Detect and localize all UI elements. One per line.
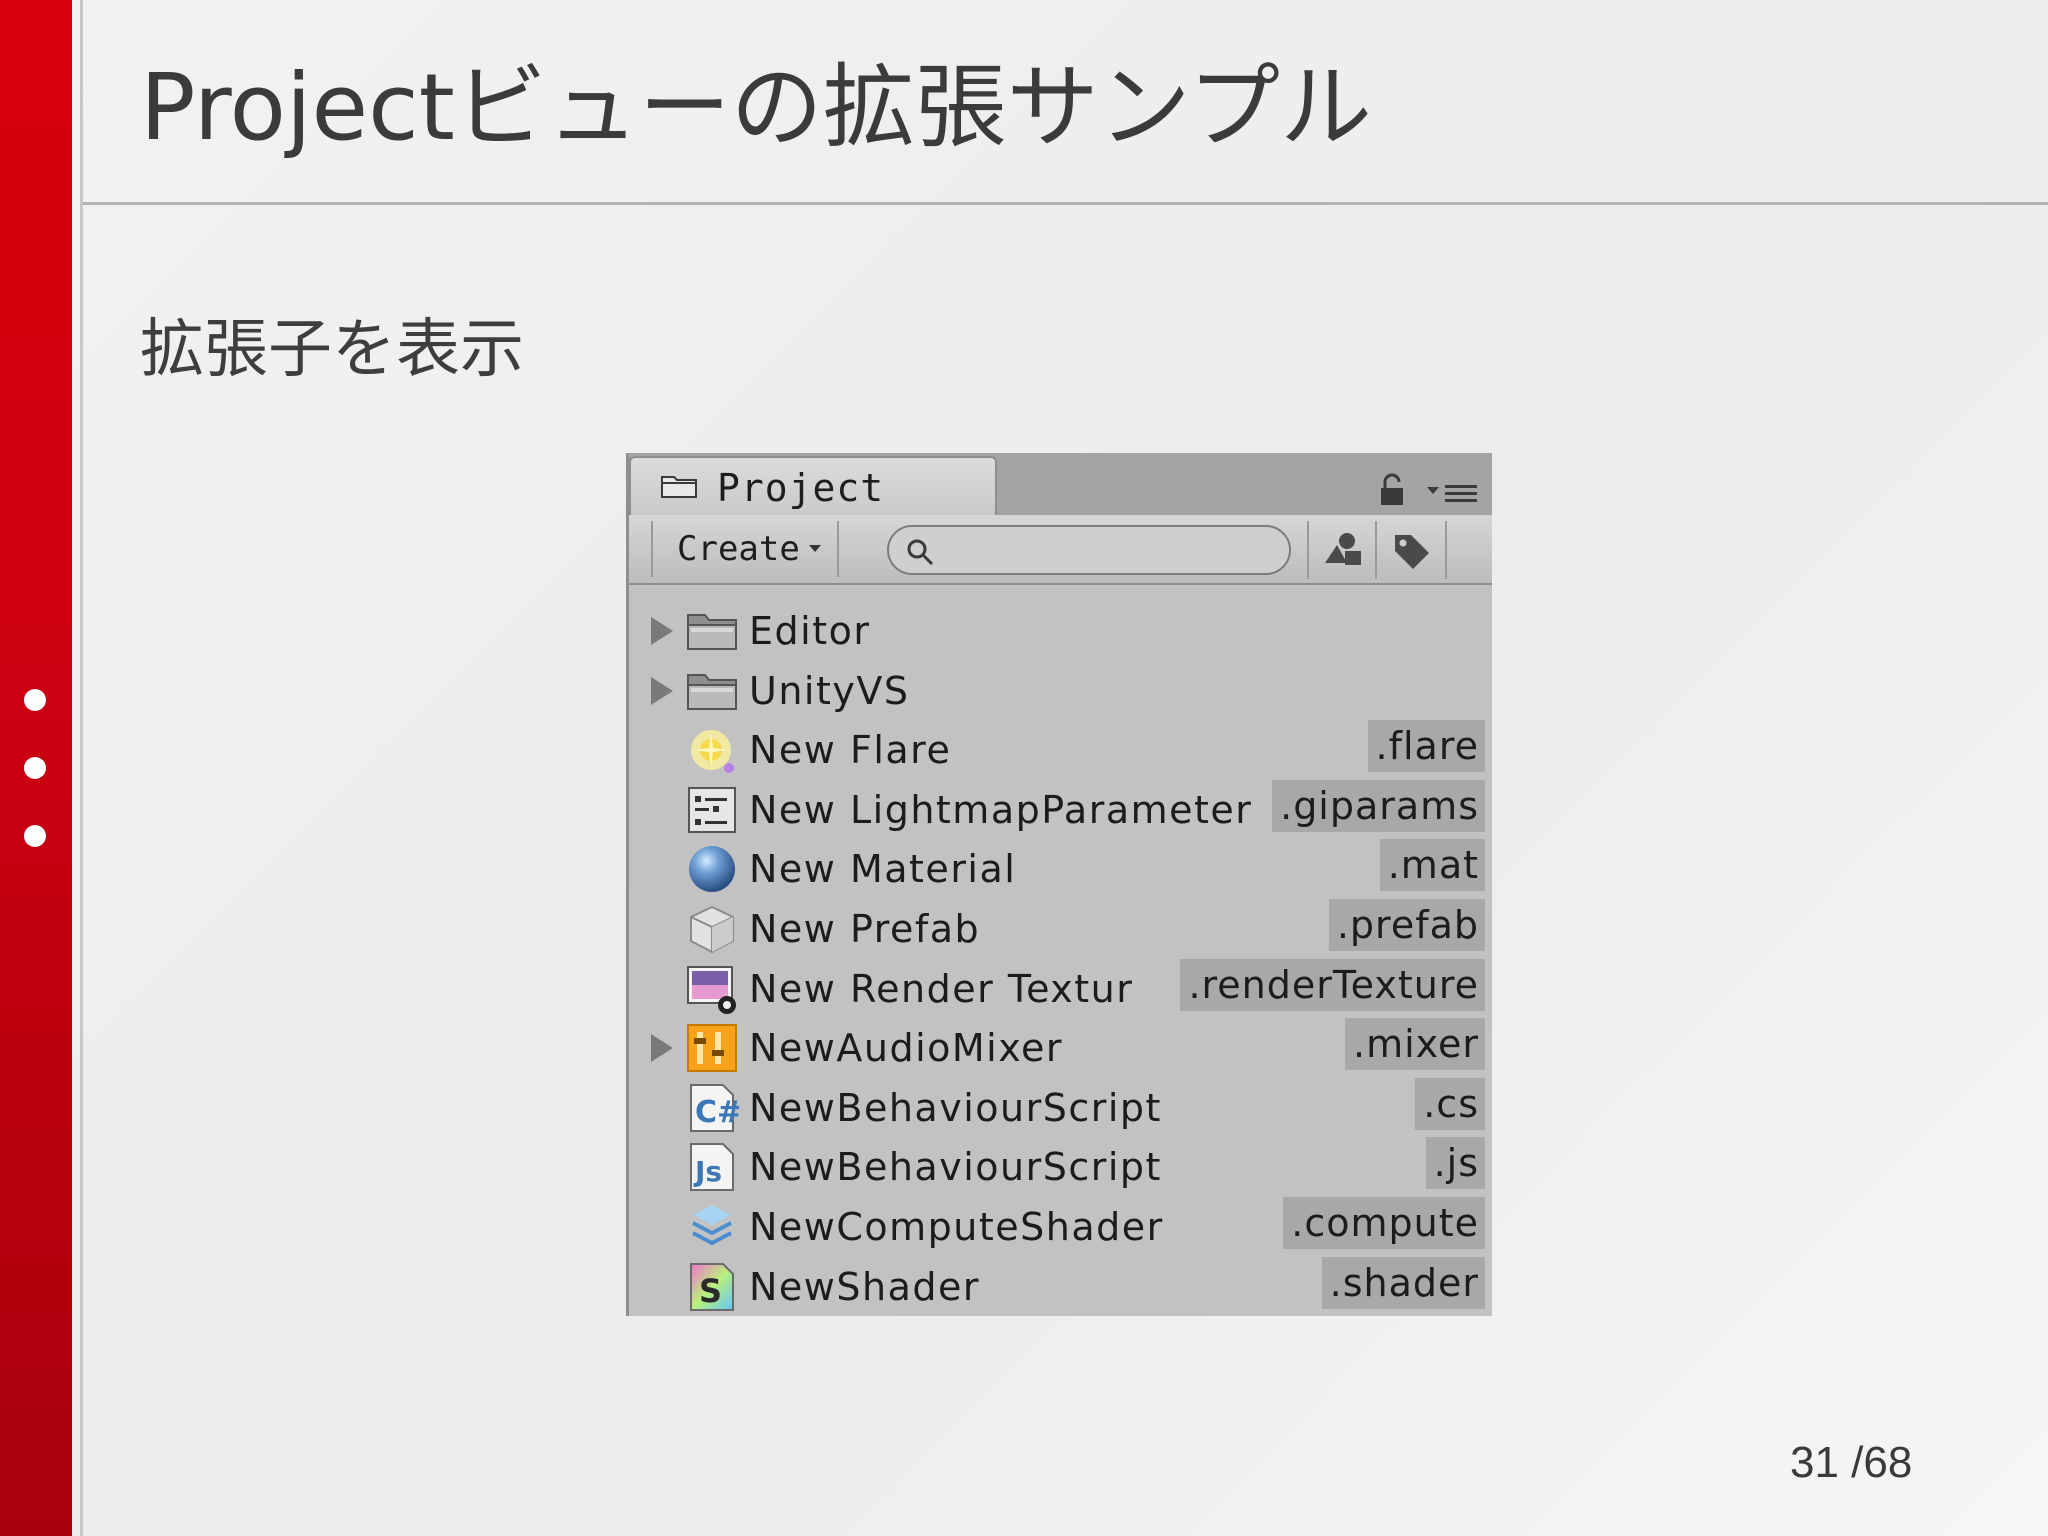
asset-row[interactable]: New Material .mat — [629, 839, 1492, 899]
svg-text:C#: C# — [695, 1095, 739, 1130]
tab-label: Project — [717, 466, 885, 510]
asset-name: UnityVS — [749, 668, 910, 713]
asset-name: New Material — [749, 847, 1017, 892]
shader-icon: S — [685, 1261, 739, 1313]
asset-extension-label: .mat — [1379, 839, 1485, 892]
lock-icon[interactable] — [1377, 473, 1407, 507]
tab-strip: Project — [629, 453, 1492, 515]
chevron-down-icon — [809, 545, 821, 552]
asset-list: Editor UnityVS New Flare .flare New Lightmap… — [629, 601, 1492, 1316]
material-icon — [685, 843, 739, 895]
csharp-script-icon: C# — [685, 1082, 742, 1134]
asset-row[interactable]: S NewShader .shader — [629, 1256, 1492, 1316]
asset-name: NewBehaviourScript — [749, 1085, 1162, 1130]
lightmap-parameters-icon — [685, 784, 739, 836]
foldout-arrow-icon[interactable] — [651, 1034, 673, 1063]
asset-name: NewAudioMixer — [749, 1026, 1064, 1071]
filter-by-type-icon — [1325, 533, 1361, 565]
asset-row[interactable]: New Flare .flare — [629, 720, 1492, 780]
svg-text:Js: Js — [693, 1155, 722, 1188]
folder-icon — [685, 605, 739, 657]
asset-extension-label: .mixer — [1345, 1018, 1485, 1071]
asset-name: New LightmapParameter — [749, 787, 1253, 832]
foldout-arrow-icon[interactable] — [651, 676, 673, 705]
decor-dot — [24, 825, 46, 847]
asset-row[interactable]: C# NewBehaviourScript .cs — [629, 1077, 1492, 1138]
asset-extension-label: .js — [1425, 1137, 1485, 1190]
asset-extension-label: .giparams — [1272, 779, 1485, 832]
asset-extension-label: .shader — [1321, 1256, 1485, 1309]
asset-extension-label: .prefab — [1328, 898, 1485, 951]
search-input[interactable] — [887, 525, 1291, 575]
asset-name: New Render Textur — [749, 966, 1134, 1011]
asset-row[interactable]: New Prefab .prefab — [629, 898, 1492, 959]
asset-name: Editor — [749, 609, 871, 653]
asset-name: NewBehaviourScript — [749, 1145, 1162, 1190]
render-texture-icon — [685, 963, 739, 1015]
compute-shader-icon — [685, 1201, 739, 1253]
decor-dot — [24, 689, 46, 711]
asset-row[interactable]: Js NewBehaviourScript .js — [629, 1137, 1492, 1197]
filter-by-label-button[interactable] — [1377, 521, 1447, 579]
asset-extension-label: .flare — [1367, 720, 1485, 773]
prefab-icon — [685, 903, 739, 955]
project-window: Project Create Editor UnityVS New Flare … — [626, 453, 1492, 1316]
foldout-arrow-icon[interactable] — [651, 617, 673, 645]
decor-dot — [24, 757, 46, 779]
asset-row[interactable]: NewAudioMixer .mixer — [629, 1018, 1492, 1078]
svg-text:S: S — [699, 1272, 722, 1310]
asset-name: NewShader — [749, 1264, 980, 1309]
asset-extension-label: .compute — [1283, 1196, 1485, 1249]
asset-row[interactable]: NewComputeShader .compute — [629, 1196, 1492, 1257]
filter-by-label-icon — [1395, 535, 1429, 569]
search-icon — [907, 539, 934, 566]
js-script-icon: Js — [685, 1141, 739, 1193]
filter-by-type-button[interactable] — [1307, 521, 1377, 579]
create-button[interactable]: Create — [651, 521, 839, 577]
slide-subtitle: 拡張子を表示 — [140, 313, 524, 387]
tab-project[interactable]: Project — [629, 456, 997, 515]
tab-menu-icon[interactable] — [1425, 479, 1479, 505]
project-toolbar: Create — [629, 515, 1492, 585]
asset-row[interactable]: Editor — [629, 601, 1492, 661]
folder-icon — [685, 665, 739, 717]
page-number: 31 /68 — [1790, 1438, 1913, 1487]
title-divider — [83, 202, 2048, 205]
asset-name: New Flare — [749, 728, 952, 773]
sidebar-divider — [80, 0, 83, 1536]
asset-row[interactable]: UnityVS — [629, 661, 1492, 721]
flare-icon — [685, 724, 739, 776]
audio-mixer-icon — [685, 1022, 739, 1074]
folder-icon — [661, 476, 697, 498]
create-label: Create — [677, 529, 800, 569]
slide-title: Projectビューの拡張サンプル — [140, 54, 1373, 161]
asset-extension-label: .renderTexture — [1180, 958, 1485, 1011]
asset-name: New Prefab — [749, 906, 981, 951]
asset-extension-label: .cs — [1415, 1077, 1485, 1130]
asset-name: NewComputeShader — [749, 1204, 1164, 1249]
asset-row[interactable]: New LightmapParameter .giparams — [629, 779, 1492, 840]
asset-row[interactable]: New Render Textur .renderTexture — [629, 958, 1492, 1019]
